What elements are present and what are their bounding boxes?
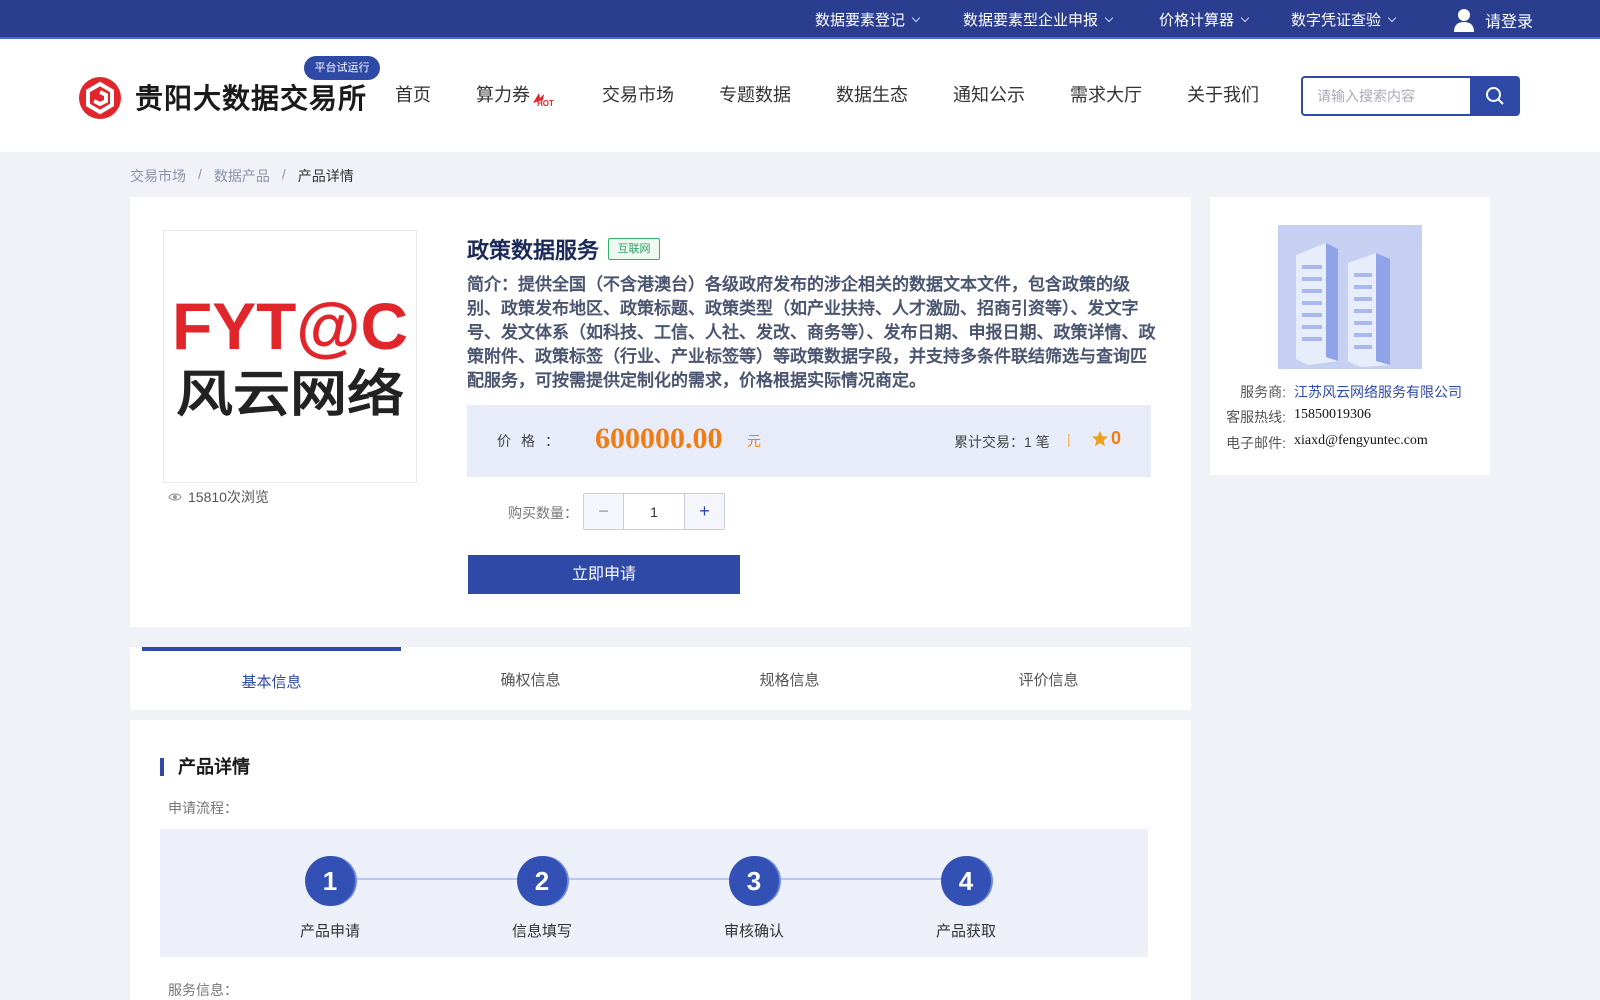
quantity-input[interactable]: 1 (624, 494, 684, 529)
nav-notices[interactable]: 通知公示 (953, 39, 1025, 152)
breadcrumb-market[interactable]: 交易市场 (130, 166, 186, 186)
hotline-value: 15850019306 (1294, 407, 1371, 422)
breadcrumb-separator: / (198, 166, 202, 182)
eye-icon (168, 493, 182, 501)
topnav-enterprise-declaration[interactable]: 数据要素型企业申报 (963, 0, 1114, 39)
search-input[interactable] (1301, 76, 1471, 116)
process-label: 申请流程： (168, 800, 238, 816)
step-label: 产品申请 (299, 923, 360, 940)
svg-text:FYT@C: FYT@C (172, 289, 408, 363)
star-icon[interactable] (1091, 430, 1109, 448)
provider-row: 服务商: 江苏风云网络服务有限公司 (1226, 382, 1462, 402)
provider-name-link[interactable]: 江苏风云网络服务有限公司 (1294, 382, 1462, 402)
detail-tabs: 基本信息 确权信息 规格信息 评价信息 (130, 647, 1191, 710)
divider: | (1067, 431, 1071, 447)
nav-market[interactable]: 交易市场 (602, 39, 674, 152)
tab-spec-info[interactable]: 规格信息 (660, 647, 919, 710)
price-value: 600000.00 (595, 422, 723, 455)
main-header: 贵阳大数据交易所 平台试运行 首页 算力券 HOT 交易市场 专题数据 数据生态… (0, 39, 1600, 152)
service-info-label: 服务信息： (168, 982, 238, 998)
svg-text:HOT: HOT (537, 99, 554, 107)
tab-review-info[interactable]: 评价信息 (919, 647, 1178, 710)
nav-topic-data[interactable]: 专题数据 (719, 39, 791, 152)
hotline-row: 客服热线: 15850019306 (1226, 407, 1371, 427)
trade-count: 累计交易：1 笔 (954, 434, 1050, 450)
process-step: 2 信息填写 (482, 856, 602, 941)
process-step: 1 产品申请 (270, 856, 390, 941)
exchange-logo-icon[interactable] (78, 76, 122, 120)
breadcrumb-data-products[interactable]: 数据产品 (214, 166, 270, 186)
process-flow: 1 产品申请 2 信息填写 3 审核确认 4 产品获取 (160, 829, 1148, 957)
tab-basic-info[interactable]: 基本信息 (142, 647, 401, 710)
favorite-count: 0 (1111, 428, 1122, 448)
provider-label: 服务商: (1240, 384, 1286, 400)
category-tag: 互联网 (608, 238, 660, 260)
hotline-label: 客服热线: (1226, 409, 1286, 425)
topnav-label: 数字凭证查验 (1291, 12, 1382, 29)
user-icon (1454, 8, 1474, 32)
process-step: 3 审核确认 (694, 856, 814, 941)
chevron-down-icon (1240, 13, 1250, 22)
step-label: 产品获取 (935, 923, 996, 940)
provider-panel: 服务商: 江苏风云网络服务有限公司 客服热线: 15850019306 电子邮件… (1210, 197, 1490, 475)
quantity-increase-button[interactable]: + (684, 494, 724, 529)
top-bar: 数据要素登记 数据要素型企业申报 价格计算器 数字凭证查验 请登录 (0, 0, 1600, 39)
nav-data-ecosystem[interactable]: 数据生态 (836, 39, 908, 152)
quantity-label: 购买数量： (508, 505, 578, 521)
chevron-down-icon (911, 13, 921, 22)
view-count: 15810次浏览 (168, 487, 269, 507)
provider-logo-image: FYT@C 风云网络 (172, 289, 408, 423)
price-label: 价格： (497, 433, 569, 449)
topnav-data-registration[interactable]: 数据要素登记 (815, 0, 921, 39)
apply-now-button[interactable]: 立即申请 (468, 555, 740, 594)
topnav-label: 数据要素登记 (815, 12, 906, 29)
search-icon (1486, 87, 1504, 105)
login-label: 请登录 (1485, 13, 1534, 31)
email-row: 电子邮件: xiaxd@fengyuntec.com (1226, 433, 1428, 453)
breadcrumb-current: 产品详情 (297, 168, 354, 184)
process-step: 4 产品获取 (906, 856, 1026, 941)
step-number: 4 (941, 856, 991, 906)
nav-compute-voucher[interactable]: 算力券 (476, 39, 530, 152)
product-description: 简介：提供全国（不含港澳台）各级政府发布的涉企相关的数据文本文件，包含政策的级别… (467, 275, 1156, 390)
quantity-stepper: − 1 + (583, 493, 725, 530)
step-number: 2 (517, 856, 567, 906)
svg-text:风云网络: 风云网络 (176, 365, 404, 423)
brand-name[interactable]: 贵阳大数据交易所 (135, 77, 367, 117)
hot-badge-icon: HOT (533, 93, 554, 107)
step-label: 信息填写 (511, 923, 572, 940)
section-title: 产品详情 (160, 758, 250, 776)
email-value: xiaxd@fengyuntec.com (1294, 433, 1428, 448)
topnav-voucher-check[interactable]: 数字凭证查验 (1291, 0, 1397, 39)
quantity-decrease-button[interactable]: − (584, 494, 624, 529)
tab-rights-info[interactable]: 确权信息 (401, 647, 660, 710)
step-label: 审核确认 (723, 923, 784, 940)
price-unit: 元 (747, 433, 761, 449)
step-number: 1 (305, 856, 355, 906)
product-detail-section: 产品详情 申请流程： 1 产品申请 2 信息填写 3 审核确认 4 产品获取 服… (130, 720, 1191, 1000)
nav-demand-hall[interactable]: 需求大厅 (1070, 39, 1142, 152)
price-panel: 价格： 600000.00 元 累计交易：1 笔 | 0 (467, 405, 1151, 477)
topnav-label: 价格计算器 (1159, 12, 1235, 29)
breadcrumb: 交易市场 / 数据产品 / 产品详情 (130, 166, 354, 186)
product-card: FYT@C 风云网络 15810次浏览 政策数据服务 互联网 简介：提供全国（不… (130, 197, 1191, 627)
topnav-label: 数据要素型企业申报 (963, 12, 1099, 29)
view-count-text: 15810次浏览 (188, 489, 269, 505)
step-number: 3 (729, 856, 779, 906)
email-label: 电子邮件: (1226, 435, 1286, 451)
search-button[interactable] (1470, 76, 1520, 116)
nav-home[interactable]: 首页 (395, 39, 431, 152)
chevron-down-icon (1387, 13, 1397, 22)
buildings-illustration-icon (1278, 225, 1422, 369)
login-button[interactable]: 请登录 (1453, 0, 1533, 39)
nav-about-us[interactable]: 关于我们 (1187, 39, 1259, 152)
process-connector (330, 878, 970, 880)
breadcrumb-separator: / (281, 166, 286, 182)
product-title: 政策数据服务 (467, 238, 600, 263)
product-image: FYT@C 风云网络 (163, 230, 417, 483)
topnav-price-calculator[interactable]: 价格计算器 (1159, 0, 1250, 39)
trial-badge: 平台试运行 (304, 56, 380, 80)
chevron-down-icon (1104, 13, 1114, 22)
